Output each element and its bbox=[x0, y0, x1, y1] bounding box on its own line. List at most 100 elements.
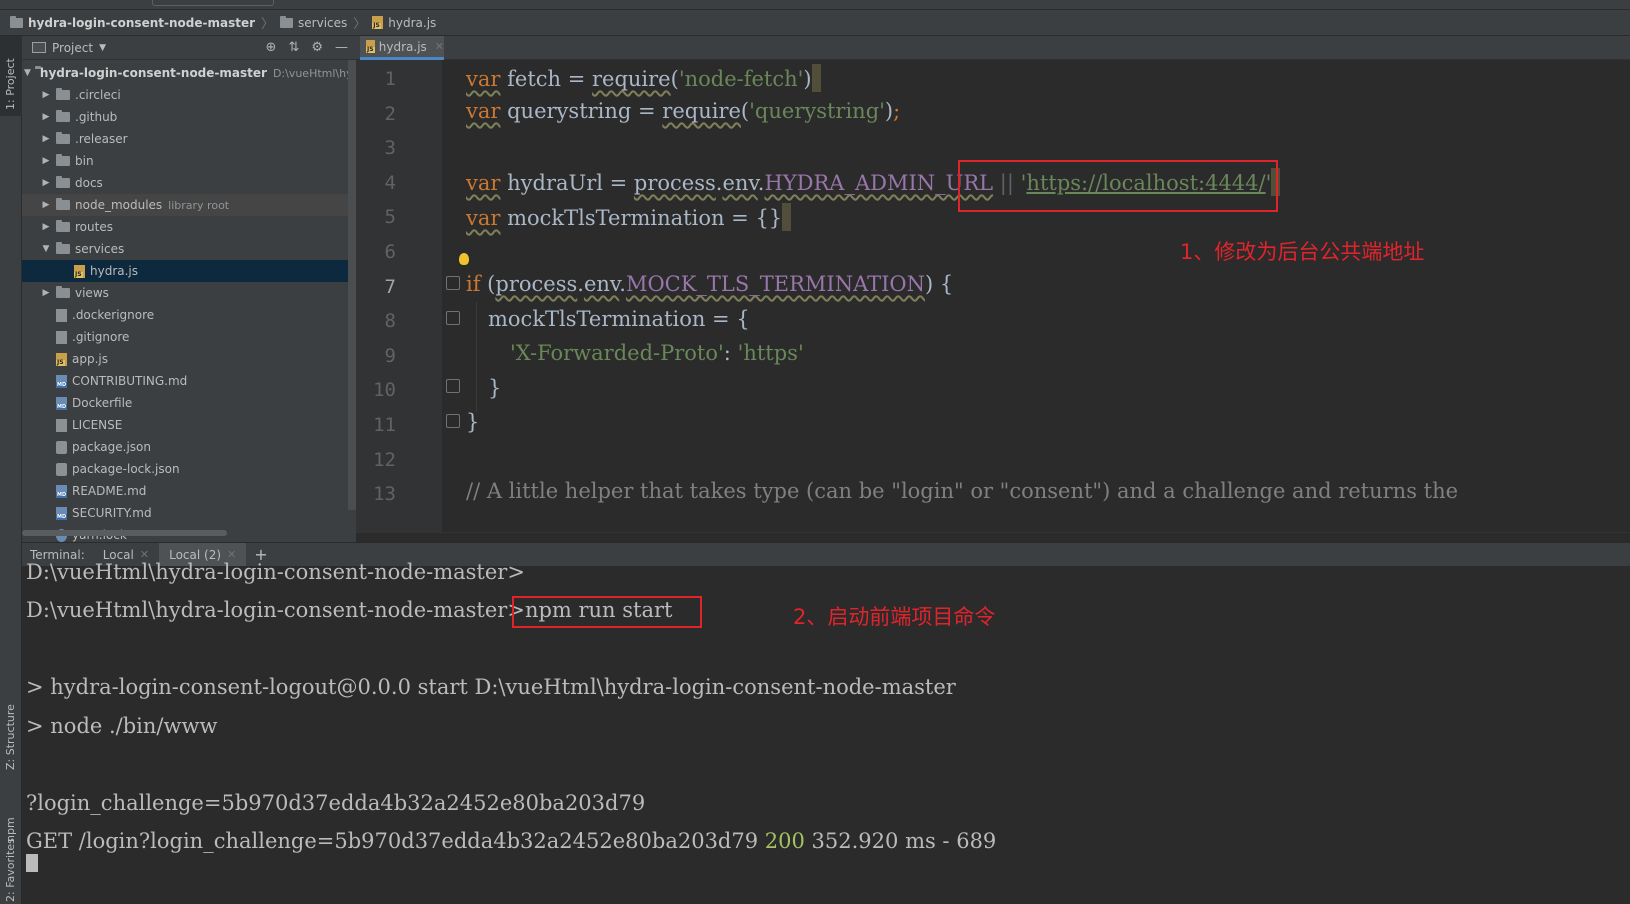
line-number-gutter: 1 2 3 4 5 6 7 8 9 10 11 12 13 bbox=[356, 60, 442, 542]
code-line-5[interactable]: var mockTlsTermination = {} bbox=[466, 203, 792, 231]
terminal-output-line: > node ./bin/www bbox=[26, 714, 218, 738]
md-file-icon bbox=[56, 396, 68, 410]
close-icon[interactable]: ✕ bbox=[435, 40, 444, 53]
tree-item[interactable]: ▶ .circleci bbox=[22, 84, 356, 106]
chevron-down-icon[interactable]: ▼ bbox=[24, 68, 31, 78]
tree-item[interactable]: package.json bbox=[22, 436, 356, 458]
tree-item[interactable]: LICENSE bbox=[22, 414, 356, 436]
tree-root[interactable]: ▼ hydra-login-consent-node-master D:\vue… bbox=[22, 62, 375, 84]
tree-item[interactable]: ▶ docs bbox=[22, 172, 356, 194]
fold-column bbox=[442, 60, 458, 542]
tree-item[interactable]: ▶ views bbox=[22, 282, 356, 304]
code-line-1[interactable]: var fetch = require('node-fetch') bbox=[466, 64, 821, 92]
tool-tab-structure[interactable]: Z: Structure bbox=[0, 666, 22, 776]
gear-icon[interactable]: ⚙ bbox=[311, 40, 323, 55]
locate-icon[interactable]: ⊕ bbox=[266, 40, 277, 55]
code-editor: hydra.js ✕ 12345678910111213 var fetch =… bbox=[356, 36, 1630, 542]
fold-toggle-icon[interactable] bbox=[446, 276, 460, 290]
minimize-icon[interactable]: — bbox=[335, 40, 348, 55]
project-tree: ▼ hydra-login-consent-node-master D:\vue… bbox=[22, 60, 375, 546]
terminal-output-line: > hydra-login-consent-logout@0.0.0 start… bbox=[26, 675, 956, 699]
toolbar-field[interactable] bbox=[152, 0, 274, 6]
chevron-down-icon[interactable]: ▼ bbox=[99, 43, 106, 53]
tree-item[interactable]: package-lock.json bbox=[22, 458, 356, 480]
breadcrumb-folder[interactable]: services bbox=[280, 15, 347, 30]
chevron-right-icon[interactable]: ▶ bbox=[40, 134, 52, 144]
js-file-icon bbox=[366, 40, 375, 53]
line-number: 12 bbox=[373, 448, 396, 471]
project-horizontal-scrollbar[interactable] bbox=[22, 530, 227, 536]
line-number: 11 bbox=[373, 414, 396, 436]
tree-item[interactable]: hydra.js bbox=[22, 260, 356, 282]
tree-item[interactable]: ▶ .releaser bbox=[22, 128, 356, 150]
folder-icon bbox=[56, 220, 70, 232]
folder-icon bbox=[56, 176, 70, 188]
folder-icon bbox=[56, 242, 70, 254]
tree-item[interactable]: CONTRIBUTING.md bbox=[22, 370, 356, 392]
breadcrumb-file[interactable]: hydra.js bbox=[372, 16, 436, 30]
tree-item[interactable]: ▶ bin bbox=[22, 150, 356, 172]
terminal-cursor bbox=[26, 854, 38, 872]
tree-item[interactable]: ▶ .github bbox=[22, 106, 356, 128]
chevron-right-icon: 〉 bbox=[261, 17, 275, 32]
project-panel: Project ▼ ⊕ ⇅ ⚙ — ▼ hydra-login-consent-… bbox=[22, 36, 375, 542]
md-file-icon bbox=[56, 506, 68, 520]
code-line-11[interactable]: } bbox=[466, 410, 479, 434]
chevron-right-icon[interactable]: ▶ bbox=[40, 288, 52, 298]
chevron-right-icon[interactable]: ▶ bbox=[40, 90, 52, 100]
annotation-step2: 2、启动前端项目命令 bbox=[793, 605, 996, 629]
code-line-9[interactable]: 'X-Forwarded-Proto': 'https' bbox=[510, 341, 804, 365]
line-number: 3 bbox=[384, 137, 396, 160]
tree-item[interactable]: SECURITY.md bbox=[22, 502, 356, 524]
chevron-right-icon[interactable]: ▶ bbox=[40, 156, 52, 166]
fold-toggle-icon[interactable] bbox=[446, 311, 460, 325]
chevron-right-icon[interactable]: ▶ bbox=[40, 112, 52, 122]
tree-item[interactable]: README.md bbox=[22, 480, 356, 502]
project-view-icon bbox=[32, 42, 46, 53]
tool-tab-project[interactable]: 1: Project bbox=[0, 36, 22, 116]
folder-icon bbox=[56, 286, 70, 298]
tree-item[interactable]: .dockerignore bbox=[22, 304, 356, 326]
code-line-10[interactable]: } bbox=[488, 376, 501, 400]
chevron-down-icon[interactable]: ▼ bbox=[40, 244, 52, 254]
chevron-right-icon[interactable]: ▶ bbox=[40, 200, 52, 210]
tree-item[interactable]: Dockerfile bbox=[22, 392, 356, 414]
tree-item[interactable]: ▶ node_modules library root bbox=[22, 194, 356, 216]
project-view-selector[interactable]: Project bbox=[52, 41, 93, 55]
code-line-8[interactable]: mockTlsTermination = { bbox=[488, 307, 750, 331]
line-number: 2 bbox=[384, 102, 396, 125]
code-line-13[interactable]: // A little helper that takes type (can … bbox=[466, 479, 1458, 503]
fold-toggle-icon[interactable] bbox=[446, 414, 460, 428]
folder-icon bbox=[56, 110, 70, 122]
lightbulb-icon[interactable] bbox=[459, 253, 469, 265]
breadcrumb-project[interactable]: hydra-login-consent-node-master bbox=[10, 15, 255, 30]
txt-file-icon bbox=[56, 330, 67, 344]
tree-item[interactable]: ▶ routes bbox=[22, 216, 356, 238]
tool-tab-favorites[interactable]: 2: Favorites bbox=[0, 836, 22, 904]
fold-toggle-icon[interactable] bbox=[446, 379, 460, 393]
tree-item[interactable]: app.js bbox=[22, 348, 356, 370]
line-number: 7 bbox=[384, 275, 396, 298]
js-file-icon bbox=[56, 352, 67, 366]
tree-item[interactable]: ▼ services bbox=[22, 238, 356, 260]
tree-item[interactable]: .gitignore bbox=[22, 326, 356, 348]
breadcrumb: hydra-login-consent-node-master 〉 servic… bbox=[0, 10, 1630, 36]
collapse-all-icon[interactable]: ⇅ bbox=[288, 40, 299, 55]
editor-horizontal-scrollbar[interactable] bbox=[356, 532, 1630, 542]
tab-hydra-js[interactable]: hydra.js ✕ bbox=[360, 36, 444, 60]
annotation-box-url bbox=[958, 160, 1278, 212]
project-panel-header: Project ▼ ⊕ ⇅ ⚙ — bbox=[22, 36, 356, 60]
folder-icon bbox=[56, 132, 70, 144]
json-file-icon bbox=[56, 440, 67, 454]
line-number: 10 bbox=[373, 379, 396, 402]
project-scrollbar[interactable] bbox=[348, 60, 356, 510]
folder-icon bbox=[56, 154, 70, 166]
json-file-icon bbox=[56, 462, 67, 476]
chevron-right-icon[interactable]: ▶ bbox=[40, 222, 52, 232]
code-line-7[interactable]: if (process.env.MOCK_TLS_TERMINATION) { bbox=[466, 272, 953, 296]
chevron-right-icon: 〉 bbox=[353, 17, 367, 32]
folder-icon bbox=[56, 198, 70, 210]
code-line-2[interactable]: var querystring = require('querystring')… bbox=[466, 99, 900, 123]
folder-icon bbox=[56, 88, 70, 100]
chevron-right-icon[interactable]: ▶ bbox=[40, 178, 52, 188]
